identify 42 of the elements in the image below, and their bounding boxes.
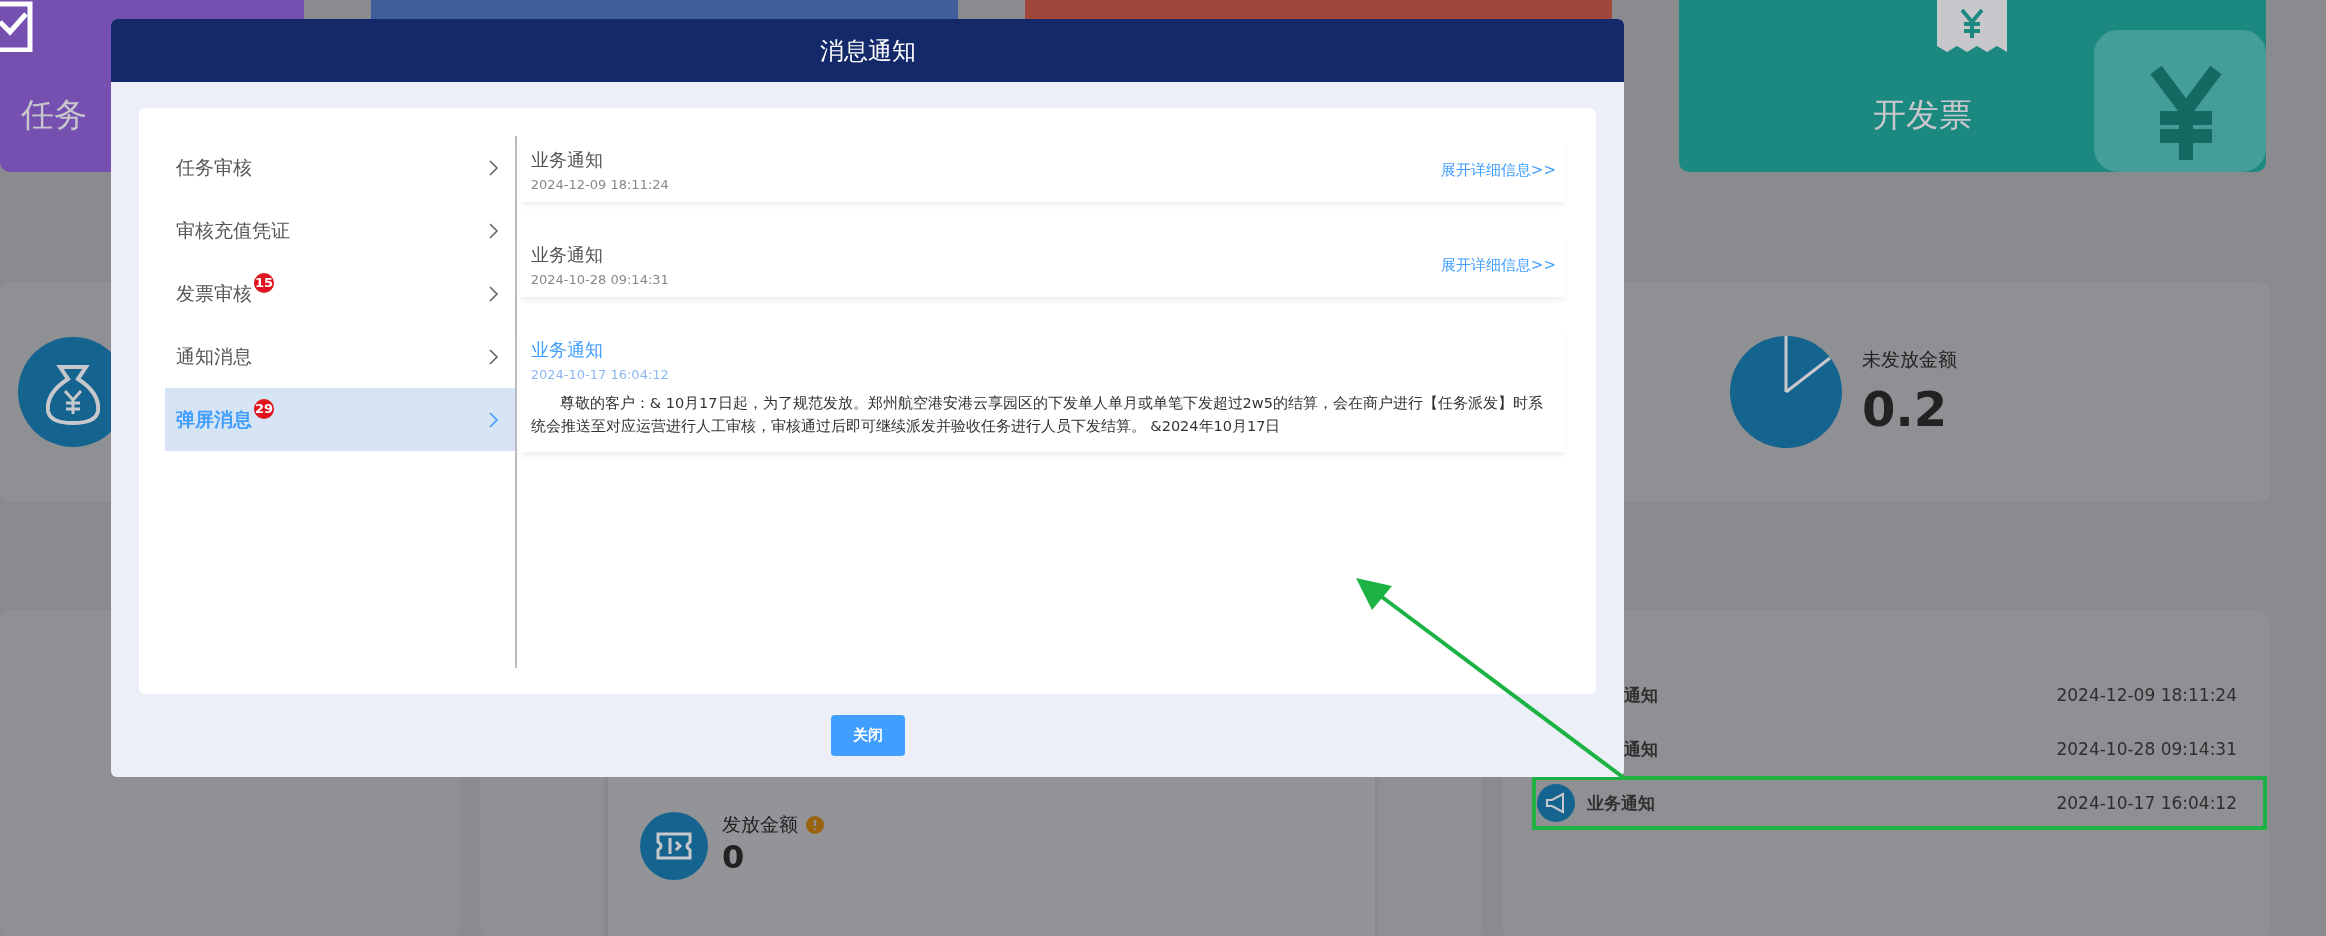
message-card[interactable]: 业务通知 2024-10-17 16:04:12 尊敬的客户：& 10月17日起，为了规范发放。郑州航空港安港云享园区的下发单人单月或单笔下发超过2w5的结算，会在商户进行【任务派发】时系统会推送至对应运营进行人工审核，审核通过后即可继续派发并验收任务进行人员下发结算。 &2024年10月17日 [519,326,1566,452]
message-title: 业务通知 [530,243,604,267]
chevron-icon [488,348,499,365]
yen-icon [2094,30,2266,172]
close-button[interactable]: 关闭 [830,715,905,756]
dialog-title: 消息通知 [819,35,916,67]
message-title: 业务通知 [530,148,604,172]
ticket-icon [640,812,708,880]
chevron-icon [488,411,499,428]
message-card[interactable]: 业务通知 2024-10-28 09:14:31 展开详细信息>> [519,231,1566,297]
menu-item[interactable]: 任务审核 [165,136,515,199]
dashboard-card[interactable]: 开发票 [1679,0,2266,172]
expand-link[interactable]: 展开详细信息>> [1440,160,1556,180]
notice-title[interactable]: 通知 [1624,683,1658,707]
chevron-icon [488,285,499,302]
stat-label: 未发放金额 [1862,347,1958,372]
amount-label: 发放金额 [722,812,798,837]
card-label: 开发票 [1873,93,1972,136]
count-badge: 29 [254,398,274,419]
expand-link[interactable]: 展开详细信息>> [1440,255,1556,275]
chevron-icon [488,222,499,239]
megaphone-icon [1537,784,1575,822]
count-badge: 15 [254,272,274,293]
pie-chart-icon [1730,336,1842,448]
notice-time: 2024-10-28 09:14:31 [2056,739,2237,759]
message-time: 2024-10-17 16:04:12 [530,367,669,382]
message-card[interactable]: 业务通知 2024-12-09 18:11:24 展开详细信息>> [519,136,1566,202]
notice-title[interactable]: 业务通知 [1587,791,1655,815]
message-title: 业务通知 [530,338,604,362]
notice-title[interactable]: 通知 [1624,737,1658,761]
message-body: 尊敬的客户：& 10月17日起，为了规范发放。郑州航空港安港云享园区的下发单人单月或单笔下发超过2w5的结算，会在商户进行【任务派发】时系统会推送至对应运营进行人工审核，审核通过后即可继续派发并验收任务进行人员下发结算。 &2024年10月17日 [530,394,1544,436]
amount-value: 0 [722,838,746,876]
menu-item[interactable]: 审核充值凭证 [165,199,515,262]
notice-time: 2024-10-17 16:04:12 [2056,793,2237,813]
chevron-icon [488,159,499,176]
message-time: 2024-10-28 09:14:31 [530,272,669,287]
info-icon[interactable] [806,816,824,834]
menu-item[interactable]: 通知消息 [165,325,515,388]
message-time: 2024-12-09 18:11:24 [530,177,669,192]
card-label: 任务 [21,93,87,136]
stat-value: 0.2 [1862,381,1949,437]
notice-time: 2024-12-09 18:11:24 [2056,685,2237,705]
